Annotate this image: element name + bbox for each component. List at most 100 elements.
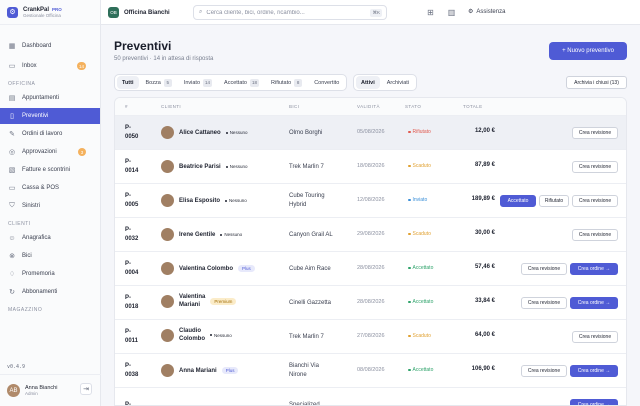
tab-label: Inviato: [183, 79, 201, 86]
sidebar-item-label: Promemoria: [22, 271, 55, 277]
shop-name: Officina Bianchi: [124, 9, 170, 16]
tab-bozza[interactable]: Bozza 5: [141, 76, 177, 89]
customer-cell[interactable]: Alice Cattaneo Nessuno: [161, 126, 247, 139]
customer-cell[interactable]: Beatrice Parisi Nessuno: [161, 160, 247, 173]
sidebar-item-bici[interactable]: ⊗ Bici: [0, 248, 100, 264]
avatar: AB: [7, 384, 20, 397]
create-revision-button[interactable]: Crea revisione: [572, 331, 618, 343]
card-icon: ▭: [8, 185, 16, 192]
assistenza-button[interactable]: ⚙ Assistenza: [468, 8, 505, 16]
validity-date: 18/08/2026: [357, 163, 385, 169]
bike-name: Bianchi Via Nirone: [289, 363, 319, 378]
table-row[interactable]: P- 0014 Beatrice Parisi Nessuno Trek Marlin …: [115, 150, 626, 184]
archive-closed-button[interactable]: Archivia i chiusi (13): [566, 76, 627, 89]
table-row[interactable]: P- 0005 Elisa Esposito Nessuno Cube Touring H…: [115, 184, 626, 218]
sidebar-item-inbox[interactable]: ▭ Inbox 14: [0, 58, 100, 74]
logout-icon[interactable]: ⇥: [80, 383, 92, 395]
quote-id: P-: [125, 401, 131, 406]
table-row[interactable]: P- 0011 Claudio Colombo Nessuno Trek Marlin 7…: [115, 320, 626, 354]
create-revision-button[interactable]: Crea revisione: [521, 297, 567, 309]
customer-cell[interactable]: Elisa Esposito Nessuno: [161, 194, 247, 207]
column-header-id: #: [125, 104, 128, 109]
table-row[interactable]: P- Specialized Crea ordine →: [115, 388, 626, 406]
tab-count: 8: [294, 78, 303, 87]
create-order-button[interactable]: Crea ordine →: [570, 263, 618, 275]
create-order-button[interactable]: Crea ordine →: [570, 365, 618, 377]
sidebar-item-preventivi[interactable]: ▯ Preventivi: [0, 108, 100, 124]
customer-tier-badge: Nessuno: [226, 164, 248, 169]
gift-icon[interactable]: ⊞: [426, 8, 435, 17]
reject-button[interactable]: Rifiutato: [539, 195, 569, 207]
create-revision-button[interactable]: Crea revisione: [521, 263, 567, 275]
bike-name: Trek Marlin 7: [289, 164, 324, 170]
customer-cell[interactable]: Irene Gentile Nessuno: [161, 228, 242, 241]
column-header-stato[interactable]: STATO: [405, 104, 421, 109]
user-profile[interactable]: AB Anna Bianchi Admin ⇥: [0, 374, 101, 406]
sidebar-item-appuntamenti[interactable]: ▤ Appuntamenti: [0, 90, 100, 106]
sidebar-item-cassa[interactable]: ▭ Cassa & POS: [0, 180, 100, 196]
quote-id: P- 0005: [125, 193, 139, 208]
sidebar-item-anagrafica[interactable]: ☺ Anagrafica: [0, 230, 100, 246]
tab-rifiutato[interactable]: Rifiutato 8: [266, 76, 307, 89]
tab-archiviati[interactable]: Archiviati: [382, 76, 414, 89]
column-header-validita[interactable]: VALIDITÀ: [357, 104, 380, 109]
customer-cell[interactable]: Anna Mariani Plus: [161, 364, 239, 377]
tab-label: Tutti: [122, 79, 134, 86]
sidebar-item-dashboard[interactable]: ▦ Dashboard: [0, 38, 100, 54]
column-header-bici[interactable]: BICI: [289, 104, 299, 109]
search-box[interactable]: ⌕ ⌘K: [193, 5, 387, 20]
create-revision-button[interactable]: Crea revisione: [572, 161, 618, 173]
create-order-button[interactable]: Crea ordine →: [570, 297, 618, 309]
customer-name: Beatrice Parisi: [179, 163, 221, 170]
table-row[interactable]: P- 0050 Alice Cattaneo Nessuno Olmo Borghi 05…: [115, 116, 626, 150]
quote-id: P- 0004: [125, 261, 139, 276]
validity-date: 12/08/2026: [357, 197, 385, 203]
status-badge: Accettato: [408, 265, 434, 271]
create-revision-button[interactable]: Crea revisione: [572, 195, 618, 207]
sidebar-item-label: Dashboard: [22, 43, 52, 49]
customer-tier-badge: Nessuno: [220, 232, 242, 237]
new-quote-button[interactable]: + Nuovo preventivo: [549, 42, 627, 60]
shop-switcher[interactable]: OB Officina Bianchi: [108, 7, 170, 18]
create-revision-button[interactable]: Crea revisione: [521, 365, 567, 377]
create-revision-button[interactable]: Crea revisione: [572, 127, 618, 139]
search-input[interactable]: [206, 9, 357, 16]
tab-attivi[interactable]: Attivi: [356, 76, 380, 89]
accept-button[interactable]: Accettato: [500, 195, 536, 207]
sidebar-item-fatture[interactable]: ▧ Fatture e scontrini: [0, 162, 100, 178]
tab-convertito[interactable]: Convertito: [309, 76, 344, 89]
book-icon[interactable]: ▥: [447, 8, 456, 17]
avatar: [161, 194, 174, 207]
sidebar-item-label: Approvazioni: [22, 149, 57, 155]
status-badge: Accettato: [408, 367, 434, 373]
sidebar-item-promemoria[interactable]: ♢ Promemoria: [0, 266, 100, 282]
table-header: # CLIENTI BICI VALIDITÀ STATO TOTALE: [115, 98, 626, 116]
table-row[interactable]: P- 0038 Anna Mariani Plus Bianchi Via Nirone 0…: [115, 354, 626, 388]
sidebar-item-abbonamenti[interactable]: ↻ Abbonamenti: [0, 284, 100, 300]
customer-cell[interactable]: Valentina Colombo Plus: [161, 262, 255, 275]
column-header-clienti[interactable]: CLIENTI: [161, 104, 181, 109]
brand-pro-badge: PRO: [52, 6, 62, 12]
table-row[interactable]: P- 0018 Valentina Mariani Premium Cinelli Gaz…: [115, 286, 626, 320]
create-revision-button[interactable]: Crea revisione: [572, 229, 618, 241]
tab-tutti[interactable]: Tutti: [117, 76, 139, 89]
customer-cell[interactable]: Valentina Mariani Premium: [161, 293, 237, 309]
sidebar-item-ordini-di-lavoro[interactable]: ✎ Ordini di lavoro: [0, 126, 100, 142]
table-row[interactable]: P- 0004 Valentina Colombo Plus Cube Aim Race…: [115, 252, 626, 286]
tab-inviato[interactable]: Inviato 14: [179, 76, 217, 89]
sidebar-item-approvazioni[interactable]: ◎ Approvazioni 3: [0, 144, 100, 160]
customer-cell[interactable]: Claudio Colombo Nessuno: [161, 327, 232, 343]
app-version: v0.4.9: [7, 364, 26, 370]
create-order-button[interactable]: Crea ordine →: [570, 399, 618, 405]
sidebar-item-label: Bici: [22, 253, 32, 259]
sidebar-item-label: Cassa & POS: [22, 185, 60, 191]
sidebar-item-sinistri[interactable]: ⛉ Sinistri: [0, 198, 100, 214]
table-row[interactable]: P- 0032 Irene Gentile Nessuno Canyon Grail A…: [115, 218, 626, 252]
quote-total: 64,00 €: [474, 332, 495, 338]
customer-tier-badge: Nessuno: [210, 333, 232, 338]
tab-accettato[interactable]: Accettato 18: [219, 76, 264, 89]
column-header-totale[interactable]: TOTALE: [463, 104, 483, 109]
search-icon: ⌕: [199, 9, 203, 15]
avatar: [161, 262, 174, 275]
brand[interactable]: ⚙ CrankPal PRO Gestionale Officina: [0, 0, 100, 25]
